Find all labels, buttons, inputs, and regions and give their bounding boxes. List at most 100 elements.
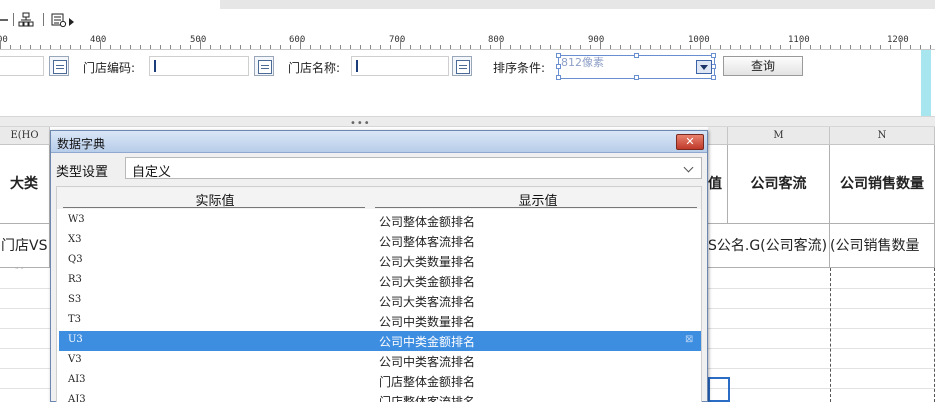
chevron-down-icon[interactable] <box>683 162 697 174</box>
structure-icon[interactable] <box>18 12 34 28</box>
ruler-tick <box>880 45 881 49</box>
resize-handle[interactable] <box>711 75 716 80</box>
display-value-cell: 公司中类客流排名 <box>379 355 476 369</box>
display-value-cell: 公司整体客流排名 <box>379 235 476 249</box>
ruler-tick <box>500 40 501 49</box>
report-designer: 00 400 500 600 700 800 900 1000 1100 120… <box>0 0 935 402</box>
ruler-tick <box>390 45 391 49</box>
table-row[interactable]: AI3 门店整体金额排名 <box>59 371 701 391</box>
ruler-tick <box>680 45 681 49</box>
ruler-tick <box>440 45 441 49</box>
ruler-tick <box>610 45 611 49</box>
table-row[interactable]: V3 公司中类客流排名 <box>59 351 701 371</box>
type-setting-label: 类型设置 <box>56 165 109 180</box>
ruler-tick <box>290 45 291 49</box>
table-row[interactable]: R3 公司大类金额排名 <box>59 271 701 291</box>
column-header-n[interactable]: N <box>830 127 935 145</box>
header-cell-company-traffic[interactable]: 公司客流 <box>728 145 830 224</box>
store-code-field[interactable] <box>149 56 249 76</box>
ruler-tick <box>450 45 451 49</box>
ruler-tick <box>110 45 111 49</box>
table-row[interactable]: Q3 公司大类数量排名 <box>59 251 701 271</box>
sort-condition-label: 排序条件: <box>493 61 546 75</box>
field-picker-icon[interactable] <box>49 56 69 76</box>
dictionary-table: 实际值 显示值 W3 公司整体金额排名 X3 公司整体客流排名 Q3 公司大类数量排名 R3… <box>56 186 702 402</box>
header-cell-partial[interactable]: 值 <box>708 145 728 224</box>
type-setting-select[interactable]: 自定义 <box>125 157 702 180</box>
table-header: 实际值 显示值 <box>57 187 701 209</box>
ruler-tick <box>300 40 301 49</box>
ruler-tick <box>860 45 861 49</box>
ruler-tick <box>320 45 321 49</box>
panel-splitter[interactable]: ••• <box>0 116 935 129</box>
ruler-tick <box>210 45 211 49</box>
formula-cell-store[interactable]: 门店VS <box>0 224 50 268</box>
ruler-tick <box>660 45 661 49</box>
table-row[interactable]: S3 公司大类客流排名 <box>59 291 701 311</box>
table-row[interactable]: U3 公司中类金额排名 ⊠ <box>59 331 701 351</box>
resize-handle[interactable] <box>711 53 716 58</box>
column-header-l[interactable] <box>708 127 728 145</box>
table-row[interactable]: T3 公司中类数量排名 <box>59 311 701 331</box>
store-name-label: 门店名称: <box>288 61 341 75</box>
query-button[interactable]: 查询 <box>723 56 803 76</box>
field-picker-icon[interactable] <box>254 56 274 76</box>
table-row[interactable]: X3 公司整体客流排名 <box>59 231 701 251</box>
field-picker-icon[interactable] <box>452 56 472 76</box>
formula-cell-company-traffic[interactable]: S公名.G(公司客流) <box>708 224 830 268</box>
actual-value-cell: X3 <box>68 234 82 245</box>
resize-handle[interactable] <box>556 75 561 80</box>
actual-value-cell: R3 <box>68 274 82 285</box>
dialog-titlebar[interactable]: 数据字典 ✕ <box>51 131 707 153</box>
data-dictionary-dialog: 数据字典 ✕ 类型设置 自定义 实际值 显示值 W3 公司整体金额排名 X3 公司整体… <box>50 130 708 402</box>
ruler-tick <box>510 45 511 49</box>
header-cell-company-sales-qty[interactable]: 公司销售数量 <box>830 145 935 224</box>
sort-condition-combo[interactable]: 812像素 <box>556 53 716 80</box>
ruler-tick <box>460 45 461 49</box>
ruler-label: 600 <box>289 35 306 45</box>
minus-icon[interactable] <box>0 12 12 28</box>
ruler-tick <box>180 45 181 49</box>
ruler-tick <box>80 45 81 49</box>
resize-handle[interactable] <box>556 64 561 69</box>
actual-value-cell: W3 <box>68 214 85 225</box>
ruler-tick <box>920 45 921 49</box>
header-cell-category[interactable]: 大类编 <box>0 145 50 271</box>
close-icon[interactable]: ✕ <box>676 134 704 150</box>
resize-handle[interactable] <box>634 75 639 80</box>
list-settings-icon[interactable] <box>51 12 67 28</box>
ruler-tick <box>220 45 221 49</box>
ruler-tick <box>100 40 101 49</box>
ruler-tick <box>270 45 271 49</box>
store-code-label: 门店编码: <box>83 61 136 75</box>
ruler-label: 800 <box>488 35 505 45</box>
selected-cell[interactable] <box>708 377 730 402</box>
column-header-m[interactable]: M <box>728 127 830 145</box>
ruler-tick <box>360 45 361 49</box>
resize-handle[interactable] <box>556 53 561 58</box>
actual-value-cell: Q3 <box>68 254 83 265</box>
ruler-tick <box>90 45 91 49</box>
delete-row-icon[interactable]: ⊠ <box>685 334 693 345</box>
ruler-tick <box>640 45 641 49</box>
ruler-tick <box>430 45 431 49</box>
column-header-e[interactable]: E(HO <box>0 127 50 145</box>
resize-handle[interactable] <box>634 53 639 58</box>
play-arrow-icon[interactable] <box>66 12 82 28</box>
ruler-tick <box>760 45 761 49</box>
ruler-tick <box>140 45 141 49</box>
store-name-field[interactable] <box>351 56 449 76</box>
ruler-tick <box>70 45 71 49</box>
ruler-tick <box>550 45 551 49</box>
table-row[interactable]: AJ3 门店整体客流排名 <box>59 391 701 402</box>
chevron-down-icon[interactable] <box>696 60 712 74</box>
formula-cell-company-sales-qty[interactable]: 公司销售数量) <box>830 224 935 268</box>
ruler-tick <box>350 45 351 49</box>
category-code-field[interactable] <box>0 56 44 76</box>
table-row[interactable]: W3 公司整体金额排名 <box>59 211 701 231</box>
ruler-tick <box>790 45 791 49</box>
ruler-tick <box>40 45 41 49</box>
text-caret <box>154 60 156 72</box>
display-value-cell: 公司大类金额排名 <box>379 275 476 289</box>
ruler-tick <box>120 45 121 49</box>
